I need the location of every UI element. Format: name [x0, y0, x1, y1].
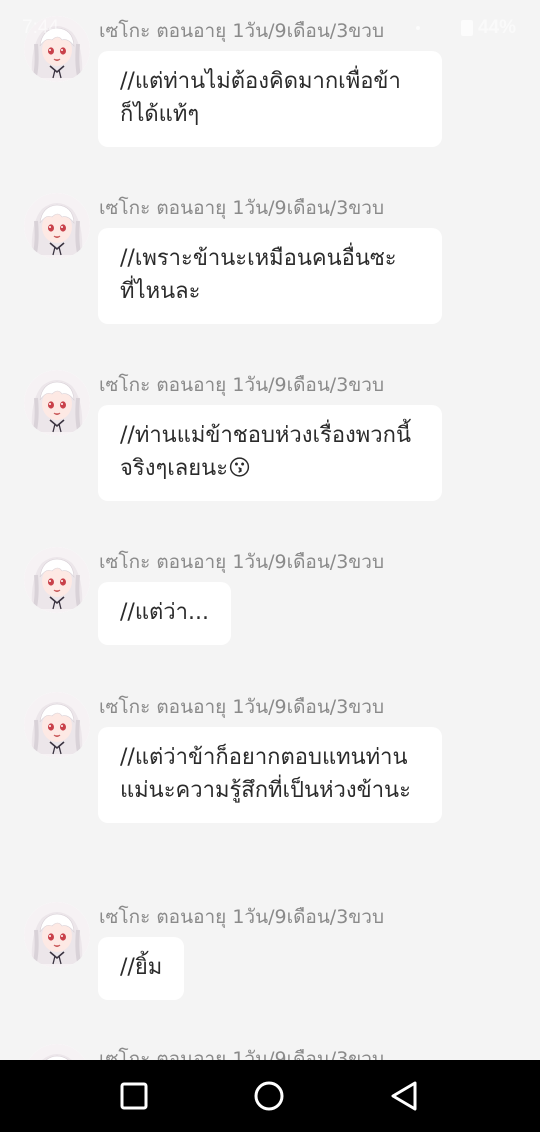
message-bubble[interactable]: //แต่ว่า... [98, 582, 231, 645]
battery-level: 44% [478, 17, 517, 38]
status-bar: 7:44 44% [0, 0, 540, 52]
circle-icon[interactable] [229, 1060, 309, 1132]
notification-dot-icon [416, 26, 420, 30]
avatar[interactable] [24, 1044, 90, 1060]
avatar[interactable] [24, 370, 90, 436]
sender-name: เซโกะ ตอนอายุ 1วัน/9เดือน/3ขวบ [99, 1048, 385, 1060]
battery-icon [461, 20, 473, 36]
triangle-back-icon[interactable] [364, 1060, 444, 1132]
message-bubble[interactable]: //เพราะข้านะเหมือนคนอื่นซะที่ไหนละ [98, 228, 442, 324]
chat-list[interactable]: เซโกะ ตอนอายุ 1วัน/9เดือน/3ขวบ //แต่ท่าน… [0, 0, 540, 1060]
avatar[interactable] [24, 193, 90, 259]
status-time: 7:44 [22, 17, 59, 38]
avatar[interactable] [24, 547, 90, 613]
sender-name: เซโกะ ตอนอายุ 1วัน/9เดือน/3ขวบ [99, 906, 385, 928]
sender-name: เซโกะ ตอนอายุ 1วัน/9เดือน/3ขวบ [99, 696, 385, 718]
sender-name: เซโกะ ตอนอายุ 1วัน/9เดือน/3ขวบ [99, 197, 385, 219]
avatar[interactable] [24, 902, 90, 968]
message-bubble[interactable]: //ท่านแม่ข้าชอบห่วงเรื่องพวกนี้จริงๆเลยน… [98, 405, 442, 501]
message-bubble[interactable]: //ยิ้ม [98, 937, 185, 1000]
message-bubble[interactable]: //แต่ว่าข้าก็อยากตอบแทนท่านแม่นะความรู้ส… [98, 727, 442, 823]
message-bubble[interactable]: //แต่ท่านไม่ต้องคิดมากเพื่อข้าก็ได้แท้ๆ [98, 51, 442, 147]
avatar[interactable] [24, 692, 90, 758]
sender-name: เซโกะ ตอนอายุ 1วัน/9เดือน/3ขวบ [99, 374, 385, 396]
navigation-bar [0, 1060, 540, 1132]
square-icon[interactable] [94, 1060, 174, 1132]
sender-name: เซโกะ ตอนอายุ 1วัน/9เดือน/3ขวบ [99, 551, 385, 573]
